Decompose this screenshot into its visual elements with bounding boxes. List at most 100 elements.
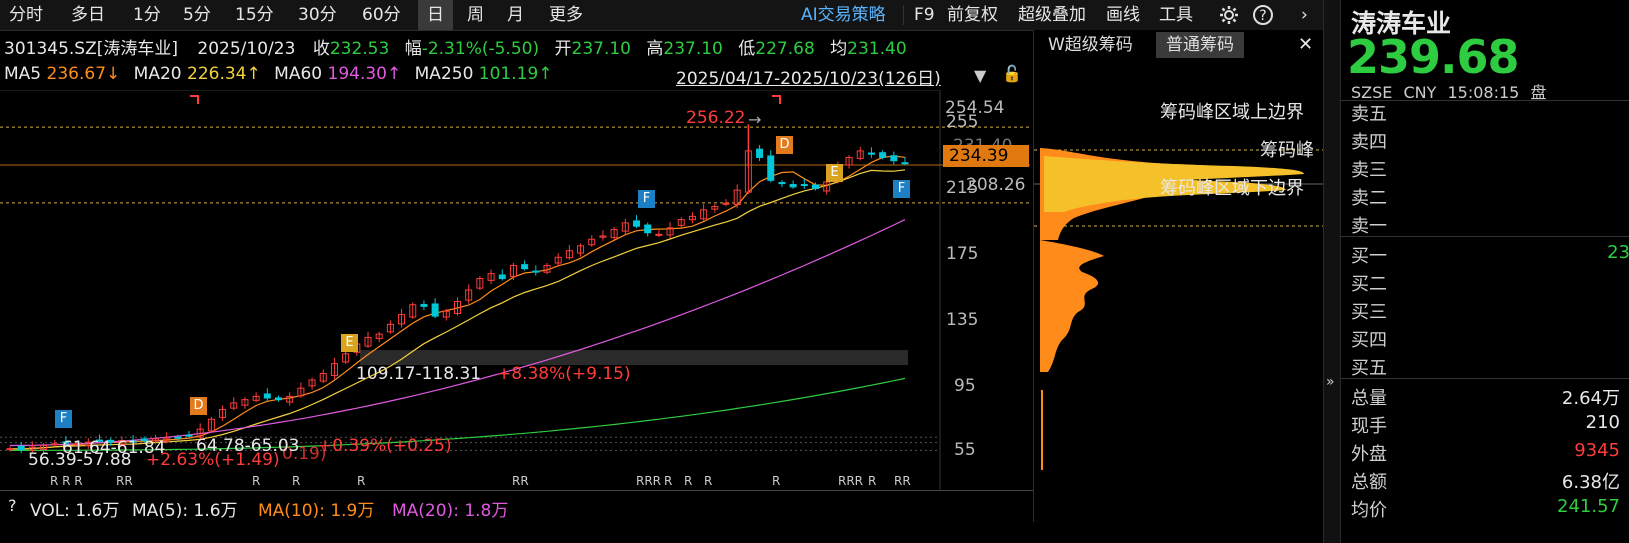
range-dropdown-icon[interactable]: ▼ xyxy=(974,66,986,85)
divider xyxy=(1341,236,1629,237)
ai-strategy-button[interactable]: AI交易策略 xyxy=(792,0,895,30)
marker-d[interactable]: D xyxy=(190,397,207,415)
candle-body xyxy=(420,304,428,307)
date-range-selector[interactable]: 2025/04/17-2025/10/23(126日) xyxy=(676,64,941,89)
stat-value: 9345 xyxy=(1574,440,1620,461)
close-label: 收 xyxy=(312,39,330,59)
stat-row: 外盘 9345 xyxy=(1341,440,1629,468)
overlay-button[interactable]: 超级叠加 xyxy=(1009,0,1095,30)
candle-body xyxy=(867,152,875,155)
stat-label: 现手 xyxy=(1351,416,1387,437)
marker-f[interactable]: F xyxy=(638,190,655,208)
period-tab-15min[interactable]: 15分 xyxy=(226,0,283,30)
ask-row-5[interactable]: 卖五 xyxy=(1341,100,1629,128)
zone-band xyxy=(360,350,908,365)
quote-panel: 涛涛车业 239.68 SZSE CNY 15:08:15 盘 卖五 卖四 卖三… xyxy=(1340,0,1629,543)
marker-d[interactable]: D xyxy=(776,136,793,154)
r-label: R xyxy=(252,474,261,488)
candle-body xyxy=(263,393,271,399)
tab-normal-chips[interactable]: 普通筹码 xyxy=(1156,32,1244,58)
change-label: 幅 xyxy=(404,39,422,59)
marker-f[interactable]: F xyxy=(55,410,72,428)
candle-body xyxy=(521,264,529,270)
high-arrow: → xyxy=(748,110,762,129)
candle-body xyxy=(901,162,909,165)
r-label: R xyxy=(868,474,877,488)
ask-label: 卖四 xyxy=(1351,132,1387,153)
bid-row-3[interactable]: 买三 xyxy=(1341,298,1629,326)
expand-icon[interactable]: » xyxy=(1326,374,1335,390)
avg-label: 均 xyxy=(830,39,848,59)
ask-label: 卖三 xyxy=(1351,160,1387,181)
period-tab-week[interactable]: 周 xyxy=(458,0,493,30)
chevron-right-icon[interactable]: › xyxy=(1292,0,1317,30)
ask-row-3[interactable]: 卖三 xyxy=(1341,156,1629,184)
draw-line-button[interactable]: 画线 xyxy=(1097,0,1149,30)
lock-icon[interactable]: 🔓 xyxy=(1002,64,1022,83)
candle-body xyxy=(655,233,663,236)
r-label: R xyxy=(292,474,301,488)
ma250-label: MA250 xyxy=(414,64,474,84)
ask-row-2[interactable]: 卖二 xyxy=(1341,184,1629,212)
bid-row-1[interactable]: 买一 23 xyxy=(1341,242,1629,270)
period-tab-month[interactable]: 月 xyxy=(498,0,533,30)
close-icon[interactable]: ✕ xyxy=(1298,34,1313,55)
tools-button[interactable]: 工具 xyxy=(1150,0,1202,30)
period-tab-fenshi[interactable]: 分时 xyxy=(0,0,52,30)
period-tab-30min[interactable]: 30分 xyxy=(289,0,346,30)
high-value: 237.10 xyxy=(663,39,723,59)
period-tab-60min[interactable]: 60分 xyxy=(353,0,410,30)
r-label: R xyxy=(704,474,713,488)
bid-label: 买三 xyxy=(1351,302,1387,323)
r-label: RR xyxy=(116,474,133,488)
open-label: 开 xyxy=(554,39,572,59)
period-tab-more[interactable]: 更多 xyxy=(540,0,592,30)
stat-value: 241.57 xyxy=(1557,496,1620,517)
ma5-label: MA5 xyxy=(4,64,42,84)
vol-ma5-label: MA(5): 1.6万 xyxy=(132,501,238,521)
period-tab-1min[interactable]: 1分 xyxy=(124,0,170,30)
candle-body xyxy=(756,148,764,158)
toolbar-divider xyxy=(903,5,904,25)
help-icon[interactable]: ? xyxy=(8,496,17,515)
marker-f[interactable]: F xyxy=(893,180,910,198)
kline-chart[interactable] xyxy=(0,90,1033,490)
current-price-tag: 234.39 xyxy=(943,145,1029,167)
gear-icon[interactable] xyxy=(1210,0,1248,30)
divider xyxy=(1341,378,1629,379)
y-tick-55: 55 xyxy=(954,440,976,460)
period-tab-5min[interactable]: 5分 xyxy=(174,0,220,30)
candle-body xyxy=(275,397,282,401)
high-label: 高 xyxy=(646,39,664,59)
stat-label: 外盘 xyxy=(1351,444,1387,465)
corner-mark xyxy=(190,95,199,104)
stat-row: 均价 241.57 xyxy=(1341,496,1629,524)
marker-e[interactable]: E xyxy=(826,164,843,182)
help-icon[interactable]: ? xyxy=(1244,0,1282,30)
panel-collapse-strip[interactable]: » xyxy=(1323,0,1341,543)
candle-body xyxy=(17,445,25,451)
bid1-value: 23 xyxy=(1607,242,1629,263)
y-tick-135: 135 xyxy=(946,310,979,330)
low-value: 227.68 xyxy=(755,39,815,59)
bid-row-2[interactable]: 买二 xyxy=(1341,270,1629,298)
candle-body xyxy=(789,184,797,188)
ma60-value: 194.30↑ xyxy=(327,64,402,84)
tab-super-chips[interactable]: W超级筹码 xyxy=(1038,32,1143,58)
vol-label: VOL: 1.6万 xyxy=(30,501,120,521)
period-tab-day[interactable]: 日 xyxy=(418,0,453,30)
candle-body xyxy=(6,448,14,451)
bid-row-4[interactable]: 买四 xyxy=(1341,326,1629,354)
candle-body xyxy=(498,274,506,280)
bar-date: 2025/10/23 xyxy=(197,39,296,59)
period-tab-multiday[interactable]: 多日 xyxy=(62,0,114,30)
ma5-value: 236.67↓ xyxy=(46,64,121,84)
marker-e[interactable]: E xyxy=(341,334,358,352)
adjust-button[interactable]: 前复权 xyxy=(938,0,1007,30)
vol-ma10-label: MA(10): 1.9万 xyxy=(258,501,375,521)
chip-histogram xyxy=(1034,148,1324,470)
ask-row-4[interactable]: 卖四 xyxy=(1341,128,1629,156)
r-label: RRR xyxy=(636,474,662,488)
change-value: -2.31%(-5.50) xyxy=(421,39,540,59)
stat-row: 总量 2.64万 xyxy=(1341,384,1629,412)
